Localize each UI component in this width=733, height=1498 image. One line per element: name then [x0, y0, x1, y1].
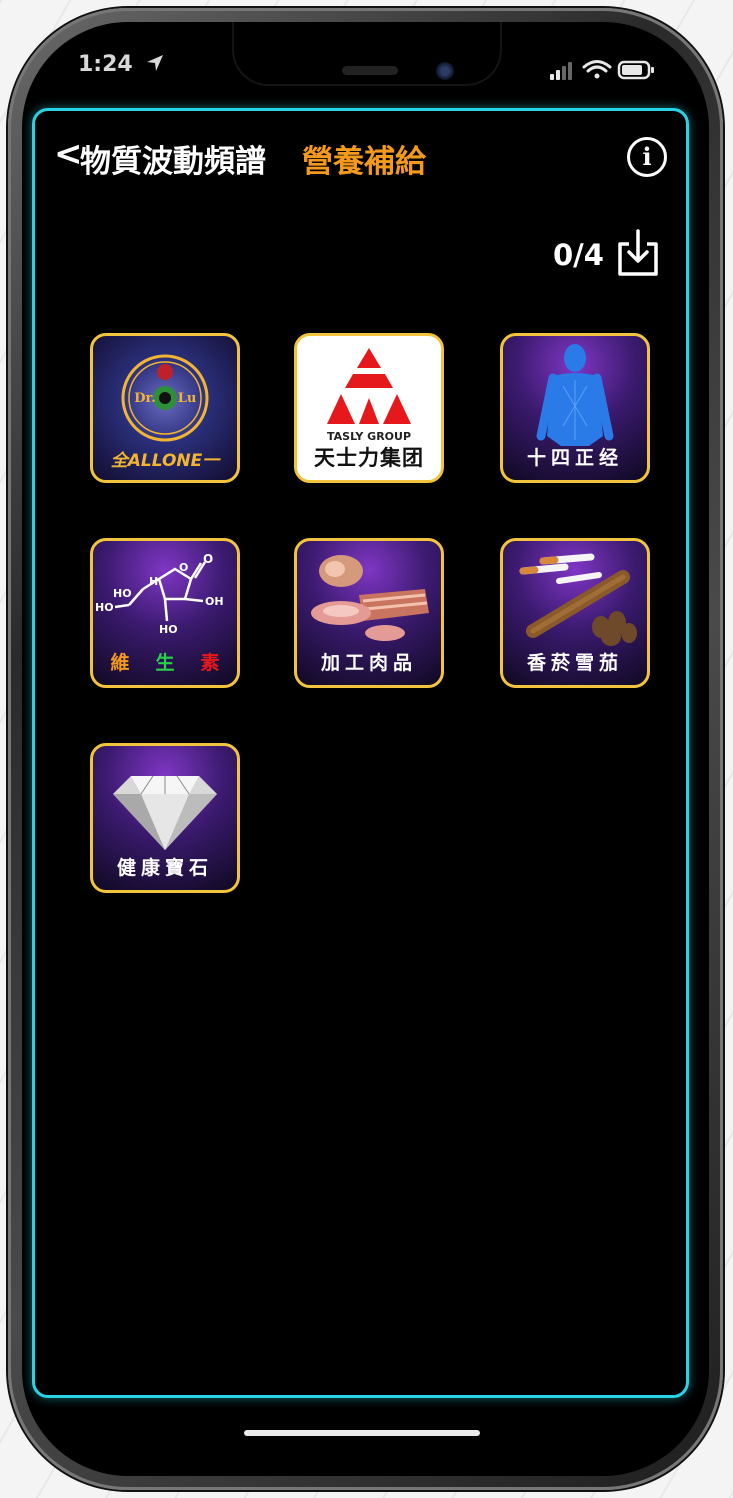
chem-label: HO [159, 623, 178, 636]
tile-gemstone[interactable]: 健康寶石 [90, 743, 240, 893]
home-indicator[interactable] [244, 1430, 480, 1436]
meat-icon [311, 555, 429, 641]
logo-caption: 全ALLONE一 [111, 451, 222, 471]
info-icon[interactable]: i [627, 137, 667, 177]
speaker [342, 66, 398, 75]
chem-label: H [149, 575, 158, 588]
front-camera [436, 62, 454, 80]
tile-label: 十四正经 [526, 447, 623, 469]
tile-label: 香菸雪茄 [526, 652, 623, 674]
logo-text-lu: Lu [178, 391, 197, 406]
tile-label: 天士力集团 [314, 446, 424, 470]
diamond-icon [113, 775, 217, 850]
status-icons [550, 60, 654, 80]
chem-label: O [203, 552, 213, 566]
tile-label: 加工肉品 [320, 652, 417, 674]
back-button[interactable]: < [54, 134, 83, 174]
cigar-icon [519, 553, 637, 646]
battery-icon [617, 60, 654, 80]
logo-text-dr: Dr. [134, 391, 155, 406]
tile-allone[interactable]: Dr. Lu 全ALLONE一 [90, 333, 240, 483]
vitamin-c-molecule-icon: O O OH HO H HO HO [95, 552, 224, 636]
tile-tasly[interactable]: TASLY GROUP 天士力集团 [294, 333, 444, 483]
tile-meridians[interactable]: 十四正经 [500, 333, 650, 483]
chem-label: HO [113, 587, 132, 600]
tasly-logo: TASLY GROUP [327, 348, 411, 443]
status-time-text: 1:24 [78, 52, 133, 77]
status-time: 1:24 [78, 52, 166, 77]
download-icon[interactable] [616, 228, 660, 278]
tile-label: 維生素 [93, 648, 237, 675]
chem-label: HO [95, 601, 114, 614]
label-part: 素 [200, 652, 220, 674]
chem-label: OH [205, 595, 224, 608]
label-part: 維 [110, 652, 130, 674]
location-icon [147, 55, 164, 71]
label-part: 生 [155, 652, 175, 674]
tile-tobacco[interactable]: 香菸雪茄 [500, 538, 650, 688]
wifi-icon [582, 60, 612, 79]
tile-processed-meat[interactable]: 加工肉品 [294, 538, 444, 688]
chem-label: O [179, 561, 188, 574]
signal-icon [550, 62, 572, 80]
download-counter: 0/4 [553, 238, 604, 272]
page-subtitle: 營養補給 [302, 144, 426, 180]
page-title: 物質波動頻譜 [80, 144, 266, 180]
body-icon [536, 344, 614, 446]
dr-lu-logo: Dr. Lu 全ALLONE一 [111, 354, 222, 471]
tile-vitamins[interactable]: O O OH HO H HO HO 維 生 素 [90, 538, 240, 688]
tile-label: 健康寶石 [116, 857, 213, 879]
